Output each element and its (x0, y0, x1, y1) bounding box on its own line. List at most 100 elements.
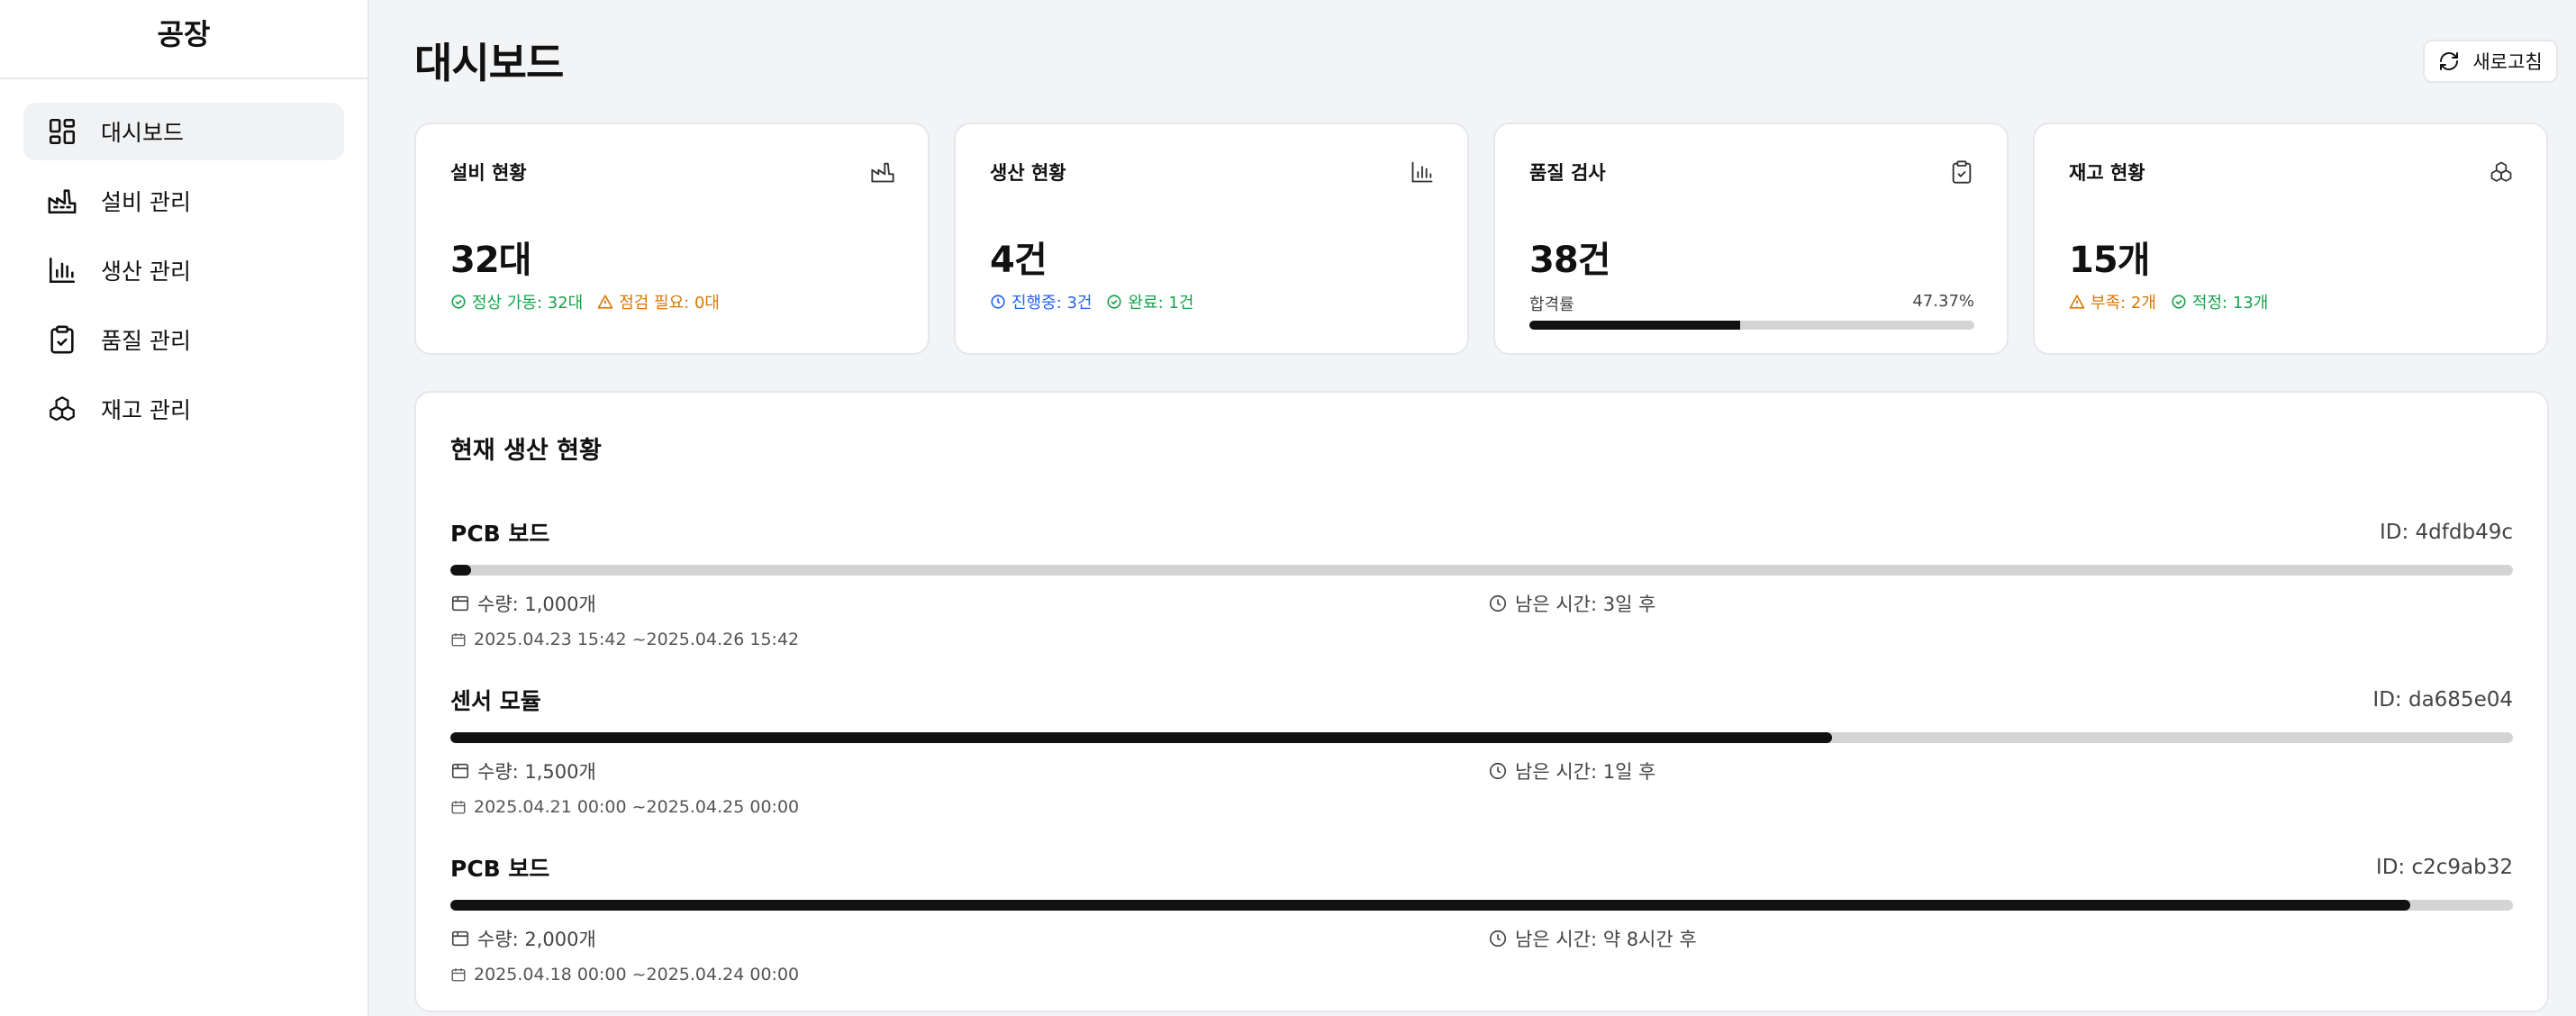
clock-icon (1488, 761, 1508, 781)
brand-title: 공장 (0, 0, 367, 79)
sidebar-item-label: 생산 관리 (101, 259, 191, 285)
remaining-text: 남은 시간: 1일 후 (1515, 761, 1656, 783)
bar-chart-icon (45, 253, 79, 287)
check-circle-icon (2171, 294, 2187, 310)
refresh-icon (2438, 50, 2460, 72)
clipboard-check-icon (45, 322, 79, 357)
inspect-text: 점검 필요: 0대 (619, 294, 720, 313)
sidebar-item-inventory[interactable]: 재고 관리 (23, 380, 344, 438)
progress-bar (450, 565, 2513, 576)
list-item[interactable]: 센서 모듈 ID: da685e04 수량: 1,500개 남은 시간: 1일 … (450, 684, 2513, 851)
remaining-time: 남은 시간: 약 8시간 후 (1488, 925, 1697, 952)
summary-cards: 설비 현황 32대 정상 가동: 32대 점검 필요: 0대 생산 현황 4건 … (414, 122, 2549, 355)
remaining-time: 남은 시간: 3일 후 (1488, 590, 1655, 617)
pass-rate-value: 47.37% (1912, 292, 1974, 311)
refresh-button[interactable]: 새로고침 (2423, 40, 2558, 83)
normal-text: 정상 가동: 32대 (472, 294, 584, 313)
card-value: 38건 (1529, 240, 1610, 281)
pass-rate-fill (1529, 321, 1740, 330)
factory-icon (45, 184, 79, 218)
sidebar-item-label: 재고 관리 (101, 397, 191, 423)
product-name: PCB 보드 (450, 521, 550, 547)
sidebar-item-production[interactable]: 생산 관리 (23, 241, 344, 299)
warning-icon (2069, 294, 2085, 310)
dashboard-icon (45, 114, 79, 149)
sidebar-item-dashboard[interactable]: 대시보드 (23, 103, 344, 160)
period-text: 2025.04.21 00:00 ~2025.04.25 00:00 (474, 797, 800, 817)
progress-bar (450, 732, 2513, 743)
main-content: 대시보드 새로고침 설비 현황 32대 정상 가동: 32대 점검 필요: 0대… (371, 0, 2576, 1016)
quantity-text: 수량: 1,000개 (477, 594, 596, 615)
card-value: 15개 (2069, 240, 2150, 281)
shortage-status: 부족: 2개 (2069, 290, 2156, 313)
progress-fill (450, 900, 2410, 911)
shortage-text: 부족: 2개 (2091, 294, 2156, 313)
remaining-text: 남은 시간: 약 8시간 후 (1515, 929, 1697, 950)
production-list: PCB 보드 ID: 4dfdb49c 수량: 1,000개 남은 시간: 3일… (450, 516, 2513, 1016)
progress-fill (450, 565, 471, 576)
sidebar-nav: 대시보드 설비 관리 생산 관리 품질 관리 재고 관리 (0, 79, 367, 438)
production-card[interactable]: 생산 현황 4건 진행중: 3건 완료: 1건 (954, 122, 1469, 355)
done-text: 완료: 1건 (1128, 294, 1194, 313)
boxes-icon (2489, 159, 2514, 185)
clock-icon (990, 294, 1006, 310)
period: 2025.04.23 15:42 ~2025.04.26 15:42 (450, 630, 2513, 649)
page-title: 대시보드 (414, 39, 564, 87)
current-production-panel: 현재 생산 현황 PCB 보드 ID: 4dfdb49c 수량: 1,000개 (414, 391, 2549, 1012)
done-status: 완료: 1건 (1106, 290, 1193, 313)
proper-status: 적정: 13개 (2171, 290, 2268, 313)
period-text: 2025.04.18 00:00 ~2025.04.24 00:00 (474, 965, 800, 984)
quantity: 수량: 1,500개 (450, 757, 1488, 785)
equipment-card[interactable]: 설비 현황 32대 정상 가동: 32대 점검 필요: 0대 (414, 122, 930, 355)
quality-card[interactable]: 품질 검사 38건 합격률 47.37% (1493, 122, 2009, 355)
inventory-card[interactable]: 재고 현황 15개 부족: 2개 적정: 13개 (2033, 122, 2548, 355)
panel-title: 현재 생산 현황 (450, 437, 602, 465)
sidebar-item-label: 설비 관리 (101, 189, 191, 215)
quantity: 수량: 2,000개 (450, 925, 1488, 952)
card-title: 품질 검사 (1529, 162, 1606, 184)
clock-icon (1488, 929, 1508, 948)
card-title: 설비 현황 (450, 162, 527, 184)
clipboard-check-icon (1949, 159, 1974, 185)
sidebar-item-quality[interactable]: 품질 관리 (23, 311, 344, 368)
package-icon (450, 761, 470, 781)
sidebar-item-equipment[interactable]: 설비 관리 (23, 172, 344, 230)
check-circle-icon (1106, 294, 1122, 310)
list-item[interactable]: PCB 보드 ID: 4dfdb49c 수량: 1,000개 남은 시간: 3일… (450, 516, 2513, 684)
product-id: ID: 4dfdb49c (2380, 521, 2513, 544)
proper-text: 적정: 13개 (2191, 294, 2269, 313)
list-item[interactable]: PCB 보드 ID: c2c9ab32 수량: 2,000개 남은 시간: 약 … (450, 851, 2513, 1016)
sidebar: 공장 대시보드 설비 관리 생산 관리 품질 관리 재고 관리 (0, 0, 369, 1016)
quantity-text: 수량: 1,500개 (477, 761, 596, 783)
card-title: 재고 현황 (2069, 162, 2145, 184)
sidebar-item-label: 품질 관리 (101, 328, 191, 354)
period: 2025.04.18 00:00 ~2025.04.24 00:00 (450, 965, 2513, 984)
inspect-status: 점검 필요: 0대 (597, 290, 720, 313)
calendar-icon (450, 631, 467, 648)
card-value: 32대 (450, 240, 531, 281)
progress-bar (450, 900, 2513, 911)
sidebar-item-label: 대시보드 (101, 120, 185, 146)
product-name: 센서 모듈 (450, 688, 541, 714)
factory-icon (870, 159, 895, 185)
card-title: 생산 현황 (990, 162, 1066, 184)
package-icon (450, 929, 470, 948)
product-id: ID: c2c9ab32 (2375, 856, 2513, 879)
card-value: 4건 (990, 240, 1048, 281)
product-id: ID: da685e04 (2372, 688, 2513, 712)
pass-rate-label: 합격률 (1529, 295, 1574, 314)
remaining-time: 남은 시간: 1일 후 (1488, 757, 1655, 785)
normal-status: 정상 가동: 32대 (450, 290, 583, 313)
calendar-icon (450, 799, 467, 815)
check-circle-icon (450, 294, 467, 310)
quantity: 수량: 1,000개 (450, 590, 1488, 617)
remaining-text: 남은 시간: 3일 후 (1515, 594, 1656, 615)
refresh-label: 새로고침 (2472, 52, 2543, 73)
warning-icon (597, 294, 613, 310)
in-progress-status: 진행중: 3건 (990, 290, 1092, 313)
calendar-icon (450, 966, 467, 983)
boxes-icon (45, 392, 79, 426)
in-progress-text: 진행중: 3건 (1011, 294, 1093, 313)
period-text: 2025.04.23 15:42 ~2025.04.26 15:42 (474, 630, 800, 649)
package-icon (450, 594, 470, 613)
